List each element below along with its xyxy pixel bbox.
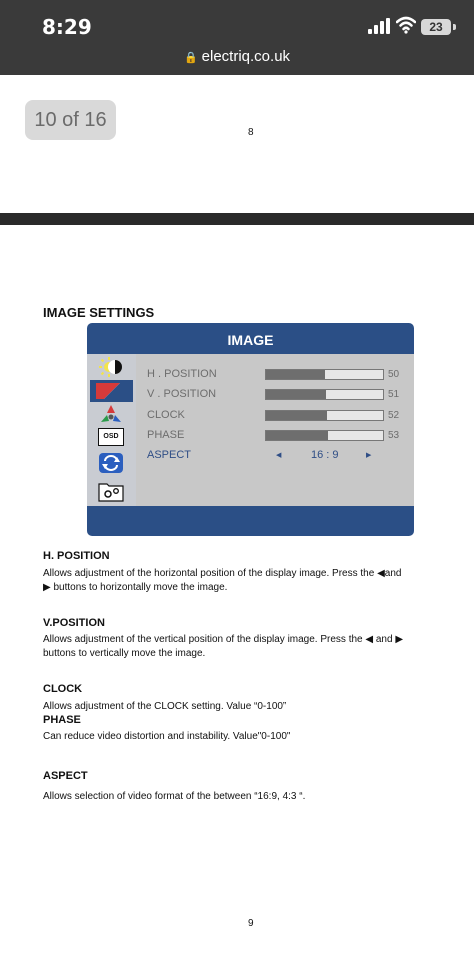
h-position-label: H . POSITION: [147, 368, 217, 380]
h-position-value: 50: [388, 369, 400, 380]
battery-tip: [453, 24, 456, 30]
page-divider: [0, 213, 474, 225]
clock-bar: [265, 410, 384, 421]
page-number-bottom: 9: [248, 918, 254, 929]
cellular-signal-icon: [368, 18, 390, 34]
clock-bar-fill: [266, 411, 327, 420]
v-position-heading: V.POSITION: [43, 617, 105, 629]
image-icon: [90, 380, 133, 402]
phase-bar-fill: [266, 431, 328, 440]
page-number-top: 8: [248, 127, 254, 138]
battery-icon: 23: [421, 19, 451, 35]
h-position-description-line2: ▶ buttons to horizontally move the image…: [43, 582, 228, 593]
v-position-label: V . POSITION: [147, 388, 217, 400]
v-position-value: 51: [388, 389, 400, 400]
aspect-heading: ASPECT: [43, 770, 88, 782]
phase-heading: PHASE: [43, 714, 81, 726]
v-position-bar: [265, 389, 384, 400]
phase-value: 53: [388, 430, 400, 441]
h-position-heading: H. POSITION: [43, 550, 110, 562]
clock-description: Allows adjustment of the CLOCK setting. …: [43, 701, 287, 712]
aspect-value: 16 : 9: [311, 449, 339, 461]
osd-settings-panel: H . POSITION 50 V . POSITION 51 CLOCK 52…: [136, 354, 414, 506]
status-bar: 8:29 23 🔒 electriq.co.uk: [0, 0, 474, 75]
h-position-bar-fill: [266, 370, 325, 379]
h-position-bar: [265, 369, 384, 380]
wifi-icon: [396, 16, 416, 34]
v-position-description-line1: Allows adjustment of the vertical positi…: [43, 634, 404, 645]
color-icon: [101, 405, 121, 422]
aspect-label: ASPECT: [147, 449, 192, 461]
v-position-bar-fill: [266, 390, 326, 399]
brightness-contrast-icon: [99, 357, 122, 377]
page-indicator: 10 of 16: [25, 100, 116, 140]
phase-bar: [265, 430, 384, 441]
phase-description: Can reduce video distortion and instabil…: [43, 731, 291, 742]
address-bar[interactable]: 🔒 electriq.co.uk: [0, 48, 474, 65]
url-text: electriq.co.uk: [201, 48, 291, 65]
aspect-description: Allows selection of video format of the …: [43, 791, 306, 802]
settings-folder-icon: [98, 483, 124, 502]
clock-heading: CLOCK: [43, 683, 83, 695]
phase-label: PHASE: [147, 429, 185, 441]
clock-value: 52: [388, 410, 400, 421]
lock-icon: 🔒: [183, 52, 198, 64]
reset-icon: [99, 453, 123, 473]
osd-title: IMAGE: [227, 332, 274, 348]
clock-label: CLOCK: [147, 409, 185, 421]
section-title: IMAGE SETTINGS: [43, 305, 155, 320]
v-position-description-line2: buttons to vertically move the image.: [43, 648, 206, 659]
clock-time: 8:29: [42, 15, 92, 39]
aspect-right-arrow-icon: ▶: [366, 452, 372, 459]
osd-sidebar: OSD: [87, 354, 136, 506]
osd-icon: OSD: [98, 428, 124, 446]
osd-menu: IMAGE OSD H . POSITION 50 V . POSITION 5…: [87, 323, 414, 536]
h-position-description-line1: Allows adjustment of the horizontal posi…: [43, 568, 402, 579]
aspect-left-arrow-icon: ◀: [276, 452, 282, 459]
